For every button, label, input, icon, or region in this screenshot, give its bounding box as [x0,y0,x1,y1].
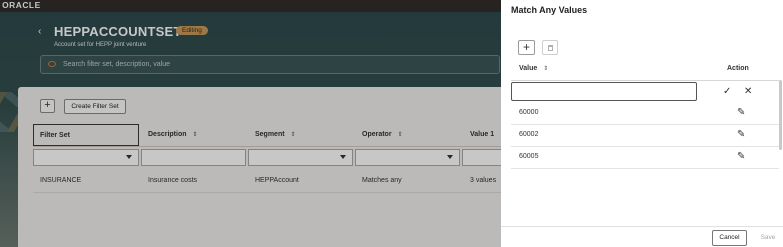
trash-icon [548,45,553,51]
value-text: 60000 [519,109,539,116]
pencil-icon[interactable]: ✎ [737,151,745,162]
value-text: 60005 [519,153,539,160]
modal-overlay[interactable] [0,0,501,247]
column-header-value[interactable]: Value ⇕ [519,65,548,72]
scrollbar[interactable] [779,80,782,150]
drawer-title: Match Any Values [511,5,588,15]
value-row: 60005 ✎ [511,147,779,169]
add-value-button[interactable]: + [518,40,535,55]
check-icon[interactable]: ✓ [723,86,731,97]
save-button[interactable]: Save [754,230,782,246]
sort-icon[interactable]: ⇕ [543,65,548,72]
match-any-values-drawer: Match Any Values + Value ⇕ Action ✓ ✕ 600… [501,0,783,247]
value-input[interactable] [511,82,697,101]
value-text: 60002 [519,131,539,138]
pencil-icon[interactable]: ✎ [737,107,745,118]
column-header-action: Action [727,65,749,72]
delete-value-button[interactable] [542,40,558,55]
drawer-footer-divider [501,226,783,227]
close-icon[interactable]: ✕ [744,86,752,97]
cancel-button[interactable]: Cancel [712,230,747,246]
value-row: 60000 ✎ [511,103,779,125]
drawer-header-divider [511,80,779,81]
value-row: 60002 ✎ [511,125,779,147]
pencil-icon[interactable]: ✎ [737,129,745,140]
